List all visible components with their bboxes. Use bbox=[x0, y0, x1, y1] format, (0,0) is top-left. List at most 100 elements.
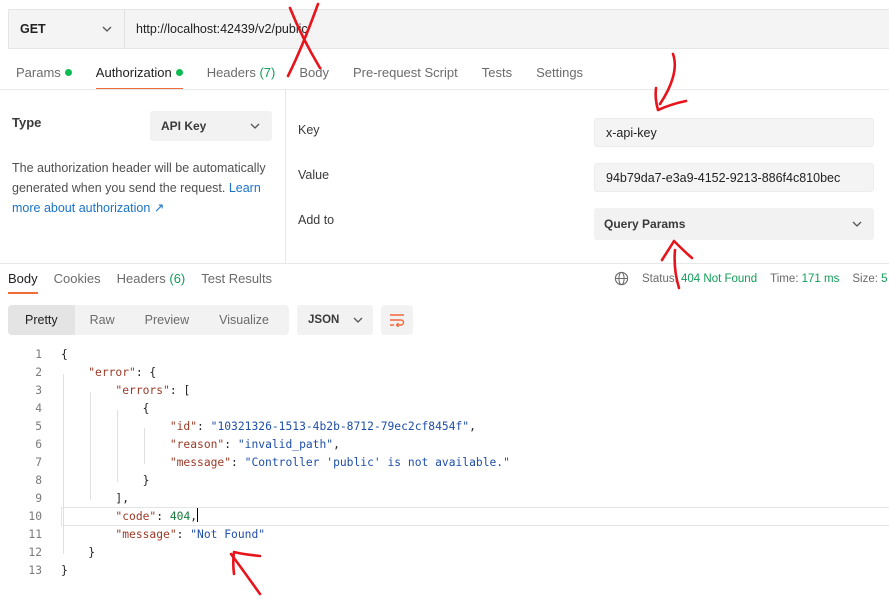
code-line: 11 "message": "Not Found" bbox=[0, 526, 889, 544]
code-token: "reason" bbox=[169, 438, 225, 451]
code-token: "Controller 'public' is not available." bbox=[244, 456, 510, 469]
wrap-lines-button[interactable] bbox=[381, 305, 413, 335]
tab-authorization[interactable]: Authorization bbox=[95, 58, 183, 90]
code-line: 4 { bbox=[0, 400, 889, 418]
response-tab-headers[interactable]: Headers (6) bbox=[117, 266, 186, 294]
code-token: : bbox=[231, 456, 245, 469]
chevron-down-icon bbox=[353, 317, 363, 323]
response-tab-body[interactable]: Body bbox=[8, 266, 38, 294]
tab-params[interactable]: Params bbox=[16, 58, 72, 90]
code-text: { bbox=[61, 346, 68, 364]
view-preview-button[interactable]: Preview bbox=[130, 305, 204, 335]
line-number: 4 bbox=[35, 402, 42, 415]
code-line: 7 "message": "Controller 'public' is not… bbox=[0, 454, 889, 472]
code-text: "message": "Controller 'public' is not a… bbox=[61, 454, 510, 472]
add-to-select[interactable]: Query Params bbox=[594, 208, 874, 240]
code-token: "id" bbox=[169, 420, 198, 433]
line-number: 8 bbox=[35, 474, 42, 487]
size-value: 5 bbox=[881, 272, 888, 285]
code-token: : bbox=[176, 528, 191, 541]
code-token: , bbox=[469, 420, 476, 433]
response-tab-test-results[interactable]: Test Results bbox=[201, 266, 272, 294]
status-value: 404 Not Found bbox=[681, 272, 758, 285]
code-token: : { bbox=[135, 366, 157, 379]
text-caret bbox=[197, 508, 199, 522]
request-tabs: Params Authorization Headers (7) Body Pr… bbox=[16, 58, 607, 90]
add-to-value: Query Params bbox=[604, 217, 686, 231]
method-value: GET bbox=[20, 22, 46, 36]
tab-pre-request-script[interactable]: Pre-request Script bbox=[353, 58, 458, 90]
code-line: 3 "errors": [ bbox=[0, 382, 889, 400]
code-text: "message": "Not Found" bbox=[61, 526, 265, 544]
response-tab-cookies[interactable]: Cookies bbox=[54, 266, 101, 294]
code-text: "errors": [ bbox=[61, 382, 190, 400]
auth-type-label: Type bbox=[12, 115, 42, 130]
code-token: : [ bbox=[169, 384, 191, 397]
value-label: Value bbox=[298, 168, 330, 182]
line-number: 6 bbox=[35, 438, 42, 451]
globe-icon[interactable] bbox=[614, 271, 629, 286]
auth-description: The authorization header will be automat… bbox=[12, 161, 266, 215]
auth-type-select[interactable]: API Key bbox=[150, 111, 272, 141]
tab-settings[interactable]: Settings bbox=[536, 58, 583, 90]
method-select[interactable]: GET bbox=[9, 10, 125, 48]
code-line: 8 } bbox=[0, 472, 889, 490]
code-text: "code": 404, bbox=[61, 508, 199, 526]
code-token: : bbox=[224, 438, 238, 451]
tab-tests[interactable]: Tests bbox=[482, 58, 512, 90]
line-number: 5 bbox=[35, 420, 42, 433]
code-line: 13} bbox=[0, 562, 889, 580]
code-text: } bbox=[61, 544, 95, 562]
url-input[interactable]: http://localhost:42439/v2/public bbox=[125, 10, 889, 48]
arrow-to-query-params bbox=[660, 239, 694, 262]
response-body-code[interactable]: 1{2 "error": {3 "errors": [4 {5 "id": "1… bbox=[0, 346, 889, 580]
code-token: "error" bbox=[88, 366, 136, 379]
code-text: { bbox=[61, 400, 150, 418]
value-input[interactable]: 94b79da7-e3a9-4152-9213-886f4c810bec bbox=[594, 163, 874, 192]
line-number: 2 bbox=[35, 366, 42, 379]
format-value: JSON bbox=[308, 314, 340, 326]
divider bbox=[285, 90, 286, 263]
code-token: "message" bbox=[169, 456, 232, 469]
line-number: 11 bbox=[28, 528, 42, 541]
time-value: 171 ms bbox=[801, 272, 840, 285]
params-dot-indicator bbox=[64, 69, 72, 76]
code-token: } bbox=[61, 474, 150, 487]
code-token: "Not Found" bbox=[190, 528, 266, 541]
status-label: Status: bbox=[642, 272, 678, 285]
view-raw-button[interactable]: Raw bbox=[75, 305, 130, 335]
code-line: 5 "id": "10321326-1513-4b2b-8712-79ec2cf… bbox=[0, 418, 889, 436]
code-line: 10 "code": 404, bbox=[0, 508, 889, 526]
view-visualize-button[interactable]: Visualize bbox=[204, 305, 284, 335]
line-number: 1 bbox=[35, 348, 42, 361]
chevron-down-icon bbox=[250, 123, 260, 129]
view-pretty-button[interactable]: Pretty bbox=[8, 305, 75, 335]
code-line: 1{ bbox=[0, 346, 889, 364]
line-number: 7 bbox=[35, 456, 42, 469]
time-label: Time: bbox=[770, 272, 799, 285]
code-line: 2 "error": { bbox=[0, 364, 889, 382]
tab-body[interactable]: Body bbox=[299, 58, 329, 90]
auth-dot-indicator bbox=[175, 69, 183, 76]
tab-headers[interactable]: Headers (7) bbox=[207, 58, 276, 90]
line-number: 10 bbox=[28, 510, 42, 523]
code-text: ], bbox=[61, 490, 129, 508]
code-token: "10321326-1513-4b2b-8712-79ec2cf8454f" bbox=[210, 420, 470, 433]
line-number: 3 bbox=[35, 384, 42, 397]
format-select[interactable]: JSON bbox=[297, 305, 373, 335]
code-text: "id": "10321326-1513-4b2b-8712-79ec2cf84… bbox=[61, 418, 476, 436]
code-token: "message" bbox=[115, 528, 177, 541]
chevron-down-icon bbox=[852, 221, 862, 227]
key-label: Key bbox=[298, 123, 320, 137]
divider bbox=[0, 263, 889, 264]
code-text: "reason": "invalid_path", bbox=[61, 436, 340, 454]
line-number: 9 bbox=[35, 492, 42, 505]
key-input[interactable]: x-api-key bbox=[594, 118, 874, 147]
code-token: , bbox=[333, 438, 340, 451]
